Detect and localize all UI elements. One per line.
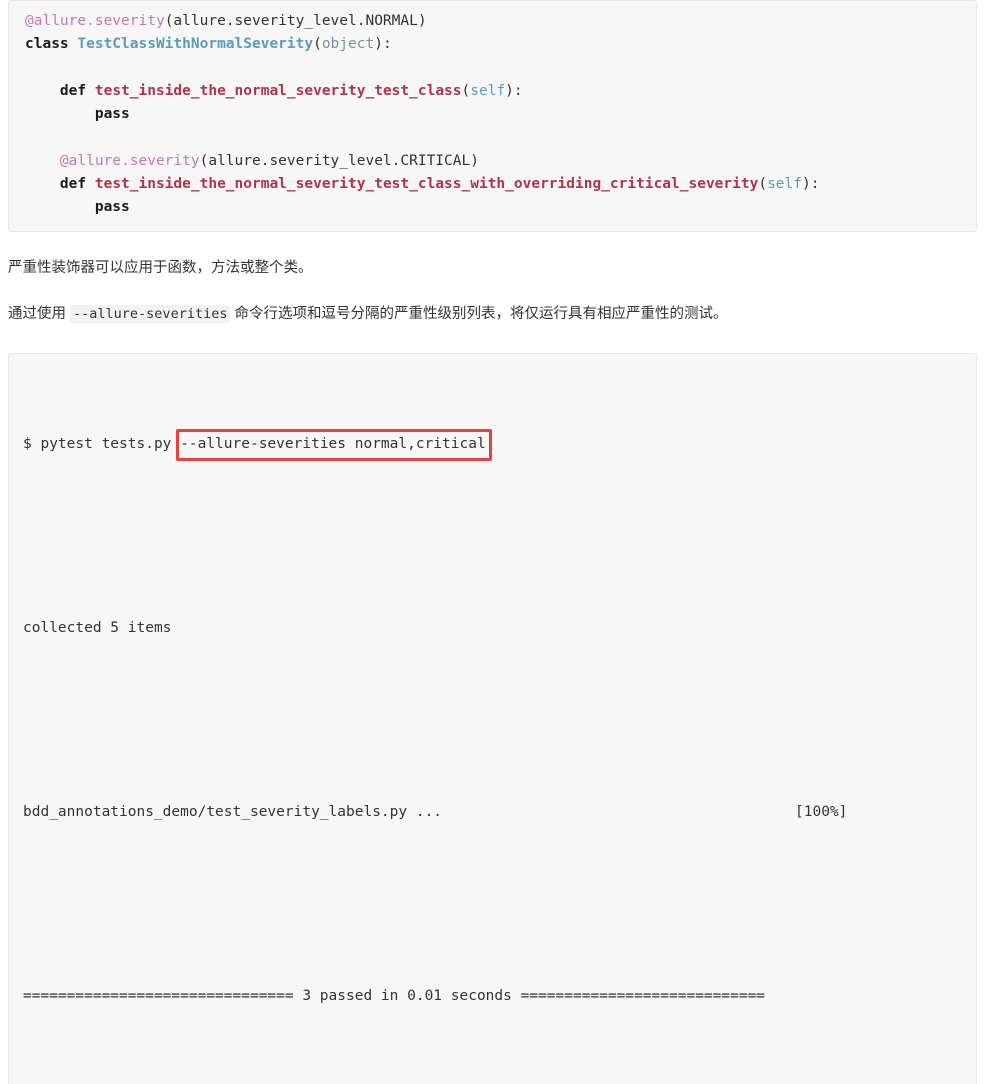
- code-token-plain: (: [461, 82, 471, 99]
- paragraph-cli-suffix: 命令行选项和逗号分隔的严重性级别列表，将仅运行具有相应严重性的测试。: [230, 305, 728, 322]
- terminal-command-row: $ pytest tests.py --allure-severities no…: [23, 433, 962, 456]
- code-line: @allure.severity(allure.severity_level.N…: [25, 10, 960, 33]
- code-line: @allure.severity(allure.severity_level.C…: [25, 150, 960, 173]
- code-token-plain: (: [758, 176, 768, 193]
- code-token-classname: TestClassWithNormalSeverity: [77, 36, 314, 53]
- code-token-kw: class: [25, 36, 69, 53]
- code-token-kw: pass: [94, 199, 130, 216]
- code-token-decorator: @allure.severity: [59, 152, 200, 169]
- code-token-plain: (allure.severity_level.NORMAL): [164, 13, 427, 29]
- inline-code-allure-severities: --allure-severities: [70, 304, 231, 323]
- terminal-prompt-command: $ pytest tests.py: [23, 435, 181, 452]
- code-line: def test_inside_the_normal_severity_test…: [25, 173, 960, 196]
- code-token-kw: pass: [94, 106, 130, 123]
- code-line: def test_inside_the_normal_severity_test…: [25, 80, 960, 103]
- paragraph-cli-option: 通过使用 --allure-severities 命令行选项和逗号分隔的严重性级…: [8, 302, 977, 326]
- terminal-output-block: $ pytest tests.py --allure-severities no…: [8, 352, 977, 1084]
- code-token-kw: def: [59, 82, 87, 99]
- code-line: pass: [25, 103, 960, 126]
- terminal-highlighted-option: --allure-severities normal,critical: [180, 435, 486, 452]
- paragraph-severity-decorator: 严重性装饰器可以应用于函数，方法或整个类。: [8, 259, 313, 276]
- code-token-funcname: test_inside_the_normal_severity_test_cla…: [94, 176, 759, 193]
- code-token-plain: (allure.severity_level.CRITICAL): [199, 152, 479, 169]
- terminal-collected-line: collected 5 items: [23, 619, 172, 636]
- code-token-plain: ):: [374, 36, 392, 53]
- code-token-plain: (: [313, 36, 322, 53]
- python-code-block: @allure.severity(allure.severity_level.N…: [8, 0, 977, 232]
- code-token-builtin: object: [321, 36, 375, 53]
- code-line: class TestClassWithNormalSeverity(object…: [25, 33, 960, 56]
- code-token-kw: def: [59, 176, 87, 193]
- code-token-plain: ):: [801, 176, 820, 193]
- paragraph-cli-prefix: 通过使用: [8, 305, 71, 322]
- terminal-testfile-row: bdd_annotations_demo/test_severity_label…: [23, 801, 962, 824]
- terminal-testfile-line: bdd_annotations_demo/test_severity_label…: [23, 803, 443, 820]
- terminal-summary-line: =============================== 3 passed…: [23, 987, 766, 1004]
- documentation-page: @allure.severity(allure.severity_level.N…: [0, 0, 985, 1084]
- code-token-self: self: [470, 82, 506, 99]
- terminal-progress-indicator: [100%]: [795, 803, 848, 820]
- code-token-funcname: test_inside_the_normal_severity_test_cla…: [94, 82, 462, 99]
- code-token-plain: ):: [505, 82, 523, 99]
- code-token-decorator: @allure.severity: [25, 13, 165, 29]
- code-line: pass: [25, 196, 960, 219]
- code-token-self: self: [767, 176, 802, 193]
